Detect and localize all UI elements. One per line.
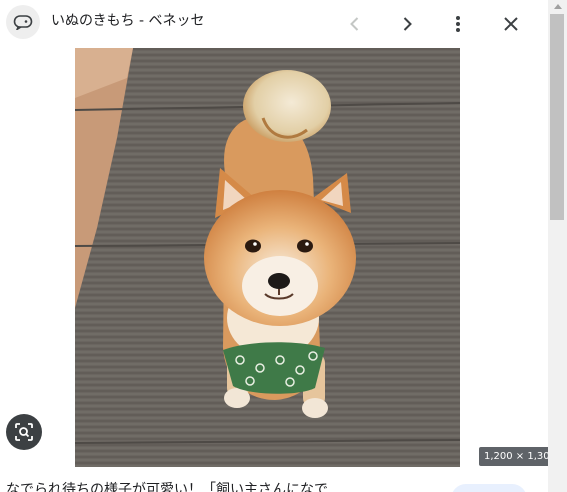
chat-bubble-icon: [13, 15, 33, 30]
chevron-right-icon: [403, 17, 412, 31]
viewer-header: いぬのきもち - ベネッセ: [0, 0, 548, 48]
close-icon: [504, 17, 518, 31]
lens-search-button[interactable]: [6, 414, 42, 450]
visit-button[interactable]: [451, 484, 527, 492]
site-favicon[interactable]: [6, 5, 40, 39]
chevron-left-icon: [350, 17, 359, 31]
next-image-button[interactable]: [391, 8, 423, 40]
triangle-up-icon: [553, 3, 562, 9]
scroll-up-arrow[interactable]: [548, 0, 567, 12]
image-caption[interactable]: なでられ待ちの様子が可愛い！「飼い主さんになで: [6, 480, 442, 492]
more-vert-icon: [456, 16, 460, 32]
scrollbar-thumb[interactable]: [550, 14, 564, 220]
close-button[interactable]: [495, 8, 527, 40]
more-options-button[interactable]: [442, 8, 474, 40]
preview-image[interactable]: [75, 48, 460, 467]
shiba-inu-dog-photo: [75, 48, 460, 467]
image-preview-panel: [0, 48, 548, 467]
site-name[interactable]: いぬのきもち - ベネッセ: [51, 12, 205, 30]
lens-search-icon: [15, 423, 33, 441]
vertical-scrollbar[interactable]: [548, 0, 567, 492]
previous-image-button[interactable]: [339, 8, 371, 40]
